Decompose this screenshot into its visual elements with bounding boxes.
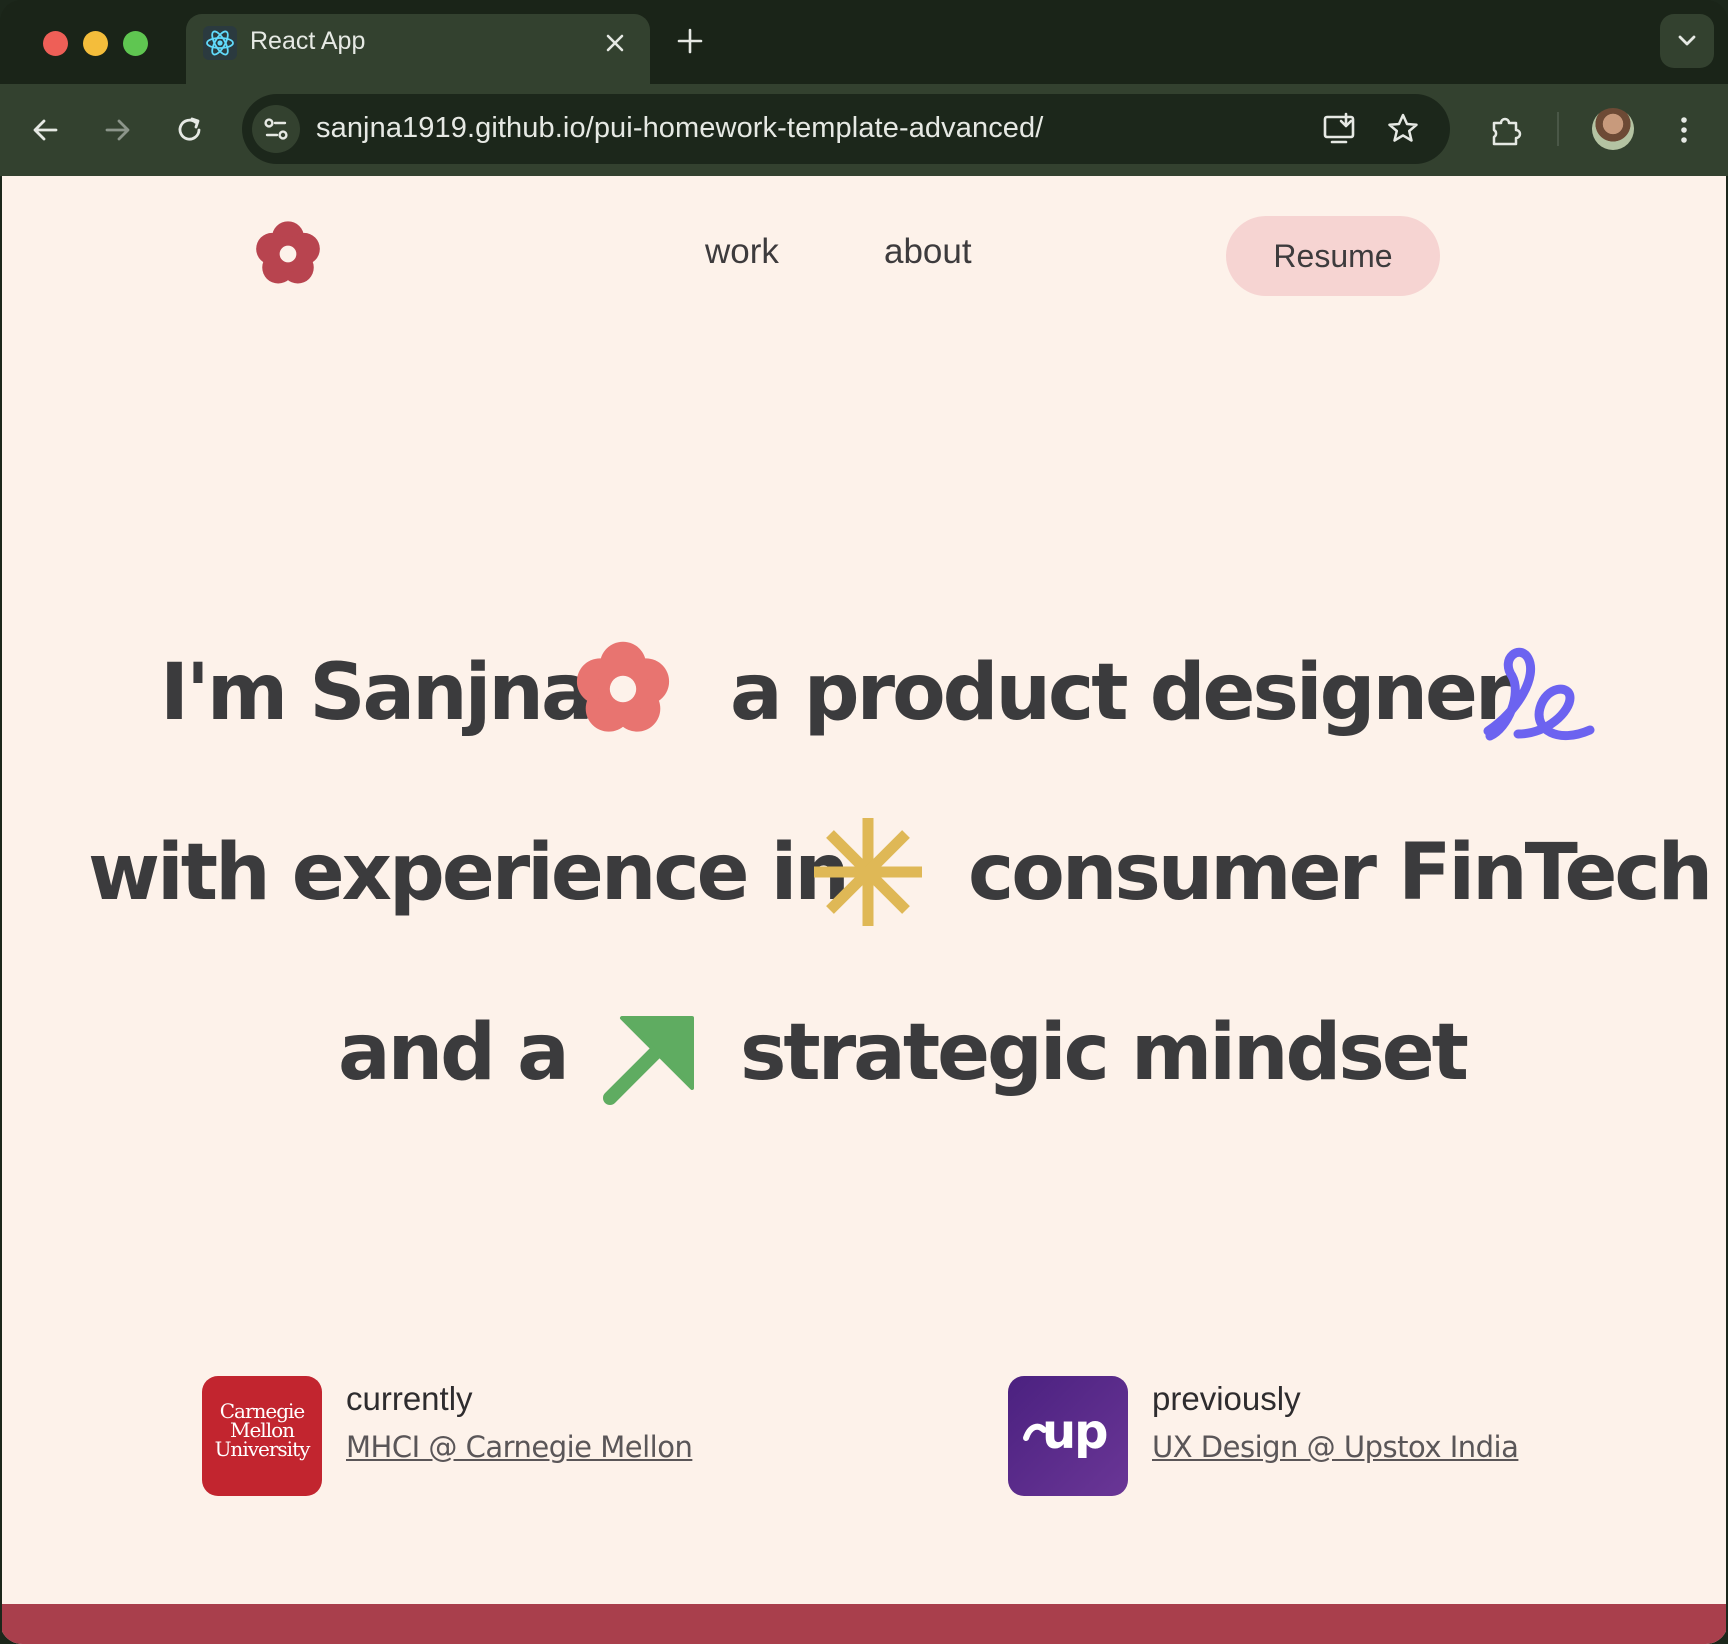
flower-logo-icon[interactable]	[250, 216, 326, 292]
arrow-up-right-icon	[603, 1016, 694, 1105]
asterisk-icon	[814, 818, 922, 926]
tab-search-button[interactable]	[1660, 14, 1714, 68]
current-role-link[interactable]: MHCI @ Carnegie Mellon	[346, 1430, 693, 1464]
react-icon	[203, 26, 237, 60]
footer-bar	[2, 1604, 1726, 1644]
cmu-logo: Carnegie Mellon University	[202, 1376, 322, 1496]
hero-mindset: strategic mindset	[740, 1008, 1469, 1098]
back-arrow-icon[interactable]	[26, 110, 66, 150]
extensions-puzzle-icon[interactable]	[1486, 110, 1526, 150]
kebab-menu-icon[interactable]	[1664, 110, 1704, 150]
new-tab-icon[interactable]	[674, 25, 706, 57]
reload-icon[interactable]	[170, 110, 210, 150]
current-label: currently	[346, 1380, 473, 1417]
url-text: sanjna1919.github.io/pui-homework-templa…	[316, 112, 1044, 144]
site-settings-button[interactable]	[252, 105, 300, 153]
cmu-logo-line: University	[214, 1437, 311, 1461]
forward-arrow-icon[interactable]	[97, 110, 137, 150]
profile-avatar[interactable]	[1592, 108, 1634, 150]
upstox-logo-text: up	[1042, 1404, 1109, 1460]
close-window-button[interactable]	[43, 31, 68, 56]
toolbar: sanjna1919.github.io/pui-homework-templa…	[0, 84, 1728, 176]
hero-domain: consumer FinTech	[968, 828, 1713, 918]
hero-and: and a	[338, 1008, 570, 1098]
tab-bar: React App	[0, 0, 1728, 84]
browser-window: React App sanjna1919.github.io/pui-homew…	[0, 0, 1728, 1644]
bookmark-star-icon[interactable]	[1383, 109, 1423, 149]
web-page: work about Resume I'm Sanjna a product d…	[2, 176, 1726, 1644]
upstox-logo: up	[1008, 1376, 1128, 1496]
site-settings-icon	[264, 118, 288, 140]
nav-link-about[interactable]: about	[884, 232, 972, 272]
hero-name: I'm Sanjna	[160, 648, 594, 738]
close-tab-icon[interactable]	[600, 28, 630, 58]
previous-label: previously	[1152, 1380, 1301, 1417]
maximize-window-button[interactable]	[123, 31, 148, 56]
resume-button[interactable]: Resume	[1226, 216, 1440, 296]
chevron-down-icon	[1678, 35, 1696, 46]
minimize-window-button[interactable]	[83, 31, 108, 56]
squiggle-icon	[1483, 647, 1595, 741]
nav-link-work[interactable]: work	[705, 232, 779, 272]
hero-experience: with experience in	[88, 828, 850, 918]
address-bar[interactable]: sanjna1919.github.io/pui-homework-templa…	[242, 94, 1450, 164]
previous-role-link[interactable]: UX Design @ Upstox India	[1152, 1430, 1519, 1464]
flower-icon	[576, 641, 670, 732]
toolbar-divider	[1557, 112, 1559, 146]
install-app-icon[interactable]	[1320, 109, 1360, 149]
tab-react-app[interactable]: React App	[186, 14, 650, 84]
tab-title: React App	[250, 27, 366, 55]
hero-role: a product designer	[730, 648, 1513, 738]
